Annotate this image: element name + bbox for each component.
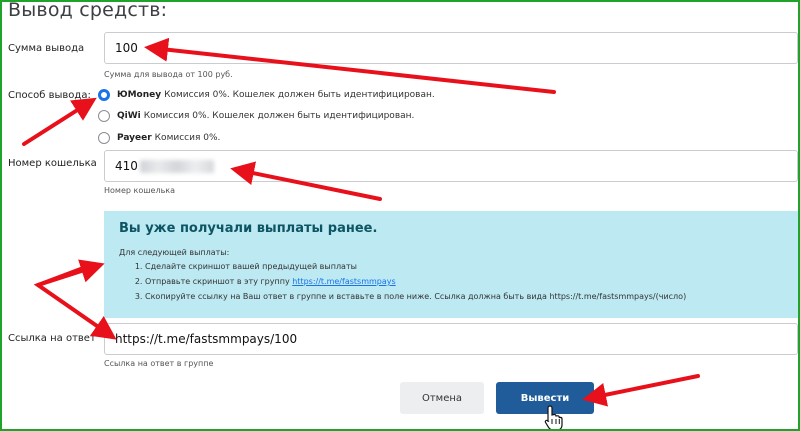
- arrow-to-notice: [36, 259, 105, 287]
- arrow-to-notice-and-link: [33, 262, 117, 340]
- wallet-input[interactable]: 410: [104, 150, 798, 182]
- notice-intro: Для следующей выплаты:: [119, 248, 230, 257]
- notice-title: Вы уже получали выплаты ранее.: [119, 221, 378, 236]
- amount-label: Сумма вывода: [8, 43, 85, 54]
- method-label: Способ вывода:: [8, 90, 91, 101]
- notice-step: Сделайте скриншот вашей предыдущей выпла…: [145, 259, 783, 274]
- radio-option-yumoney[interactable]: ЮMoney Комиссия 0%. Кошелек должен быть …: [98, 89, 435, 101]
- option-name: Payeer: [117, 133, 152, 143]
- radio-checked-icon[interactable]: [98, 89, 110, 101]
- reply-link-help: Ссылка на ответ в группе: [104, 359, 214, 368]
- cancel-button[interactable]: Отмена: [400, 382, 484, 414]
- option-desc: Комиссия 0%. Кошелек должен быть идентиф…: [143, 111, 415, 121]
- radio-option-qiwi[interactable]: QiWi Комиссия 0%. Кошелек должен быть ид…: [98, 110, 414, 122]
- amount-input[interactable]: 100: [104, 32, 798, 64]
- wallet-help: Номер кошелька: [104, 186, 176, 195]
- redacted-blur: [139, 160, 214, 173]
- step-text: Отправьте скриншот в эту группу: [145, 277, 290, 286]
- group-link[interactable]: https://t.me/fastsmmpays: [292, 277, 395, 286]
- wallet-value: 410: [115, 159, 138, 173]
- info-notice: Вы уже получали выплаты ранее. Для следу…: [104, 211, 798, 318]
- arrow-to-yumoney: [22, 97, 97, 146]
- reply-link-label: Ссылка на ответ: [8, 333, 96, 344]
- radio-unchecked-icon[interactable]: [98, 110, 110, 122]
- notice-steps: Сделайте скриншот вашей предыдущей выпла…: [119, 259, 783, 304]
- option-desc: Комиссия 0%. Кошелек должен быть идентиф…: [164, 90, 435, 100]
- radio-unchecked-icon[interactable]: [98, 132, 110, 144]
- reply-link-input[interactable]: https://t.me/fastsmmpays/100: [104, 323, 798, 355]
- arrow-to-submit: [582, 374, 700, 407]
- notice-step: Отправьте скриншот в эту группу https://…: [145, 274, 783, 289]
- screenshot-frame: Вывод средств: Сумма вывода 100 Сумма дл…: [0, 0, 800, 431]
- submit-button[interactable]: Вывести: [496, 382, 594, 414]
- option-name: QiWi: [117, 111, 141, 121]
- option-desc: Комиссия 0%.: [154, 133, 221, 143]
- option-name: ЮMoney: [117, 90, 162, 100]
- page-title: Вывод средств:: [8, 0, 168, 21]
- wallet-label: Номер кошелька: [8, 158, 97, 169]
- amount-help: Сумма для вывода от 100 руб.: [104, 70, 233, 79]
- radio-option-payeer[interactable]: Payeer Комиссия 0%.: [98, 132, 220, 144]
- notice-step: Скопируйте ссылку на Ваш ответ в группе …: [145, 289, 783, 304]
